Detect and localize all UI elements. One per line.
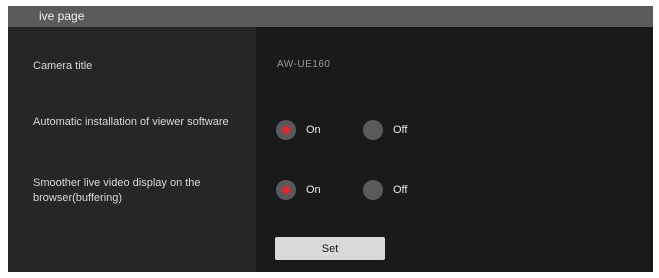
radio-label: Off [393, 124, 408, 136]
set-button[interactable]: Set [275, 237, 385, 260]
smoother-live-off-radio[interactable]: Off [363, 180, 407, 200]
camera-title-value: AW-UE160 [277, 59, 331, 70]
auto-install-label: Automatic installation of viewer softwar… [33, 116, 229, 128]
radio-label: On [306, 184, 321, 196]
labels-column: Camera title Automatic installation of v… [8, 27, 256, 272]
smoother-live-label: Smoother live video display on the brows… [33, 177, 201, 204]
radio-on-icon[interactable] [276, 180, 296, 200]
camera-title-label: Camera title [33, 60, 93, 72]
section-title: ive page [39, 9, 85, 23]
radio-label: On [306, 124, 321, 136]
radio-label: Off [393, 184, 408, 196]
values-column: AW-UE160 On Off On Off Set [256, 27, 653, 272]
radio-off-icon[interactable] [363, 180, 383, 200]
section-header: ive page [8, 6, 653, 27]
auto-install-off-radio[interactable]: Off [363, 120, 407, 140]
radio-on-icon[interactable] [276, 120, 296, 140]
auto-install-on-radio[interactable]: On [276, 120, 321, 140]
smoother-live-on-radio[interactable]: On [276, 180, 321, 200]
live-page-settings-panel: ive page Camera title Automatic installa… [8, 6, 653, 272]
radio-off-icon[interactable] [363, 120, 383, 140]
